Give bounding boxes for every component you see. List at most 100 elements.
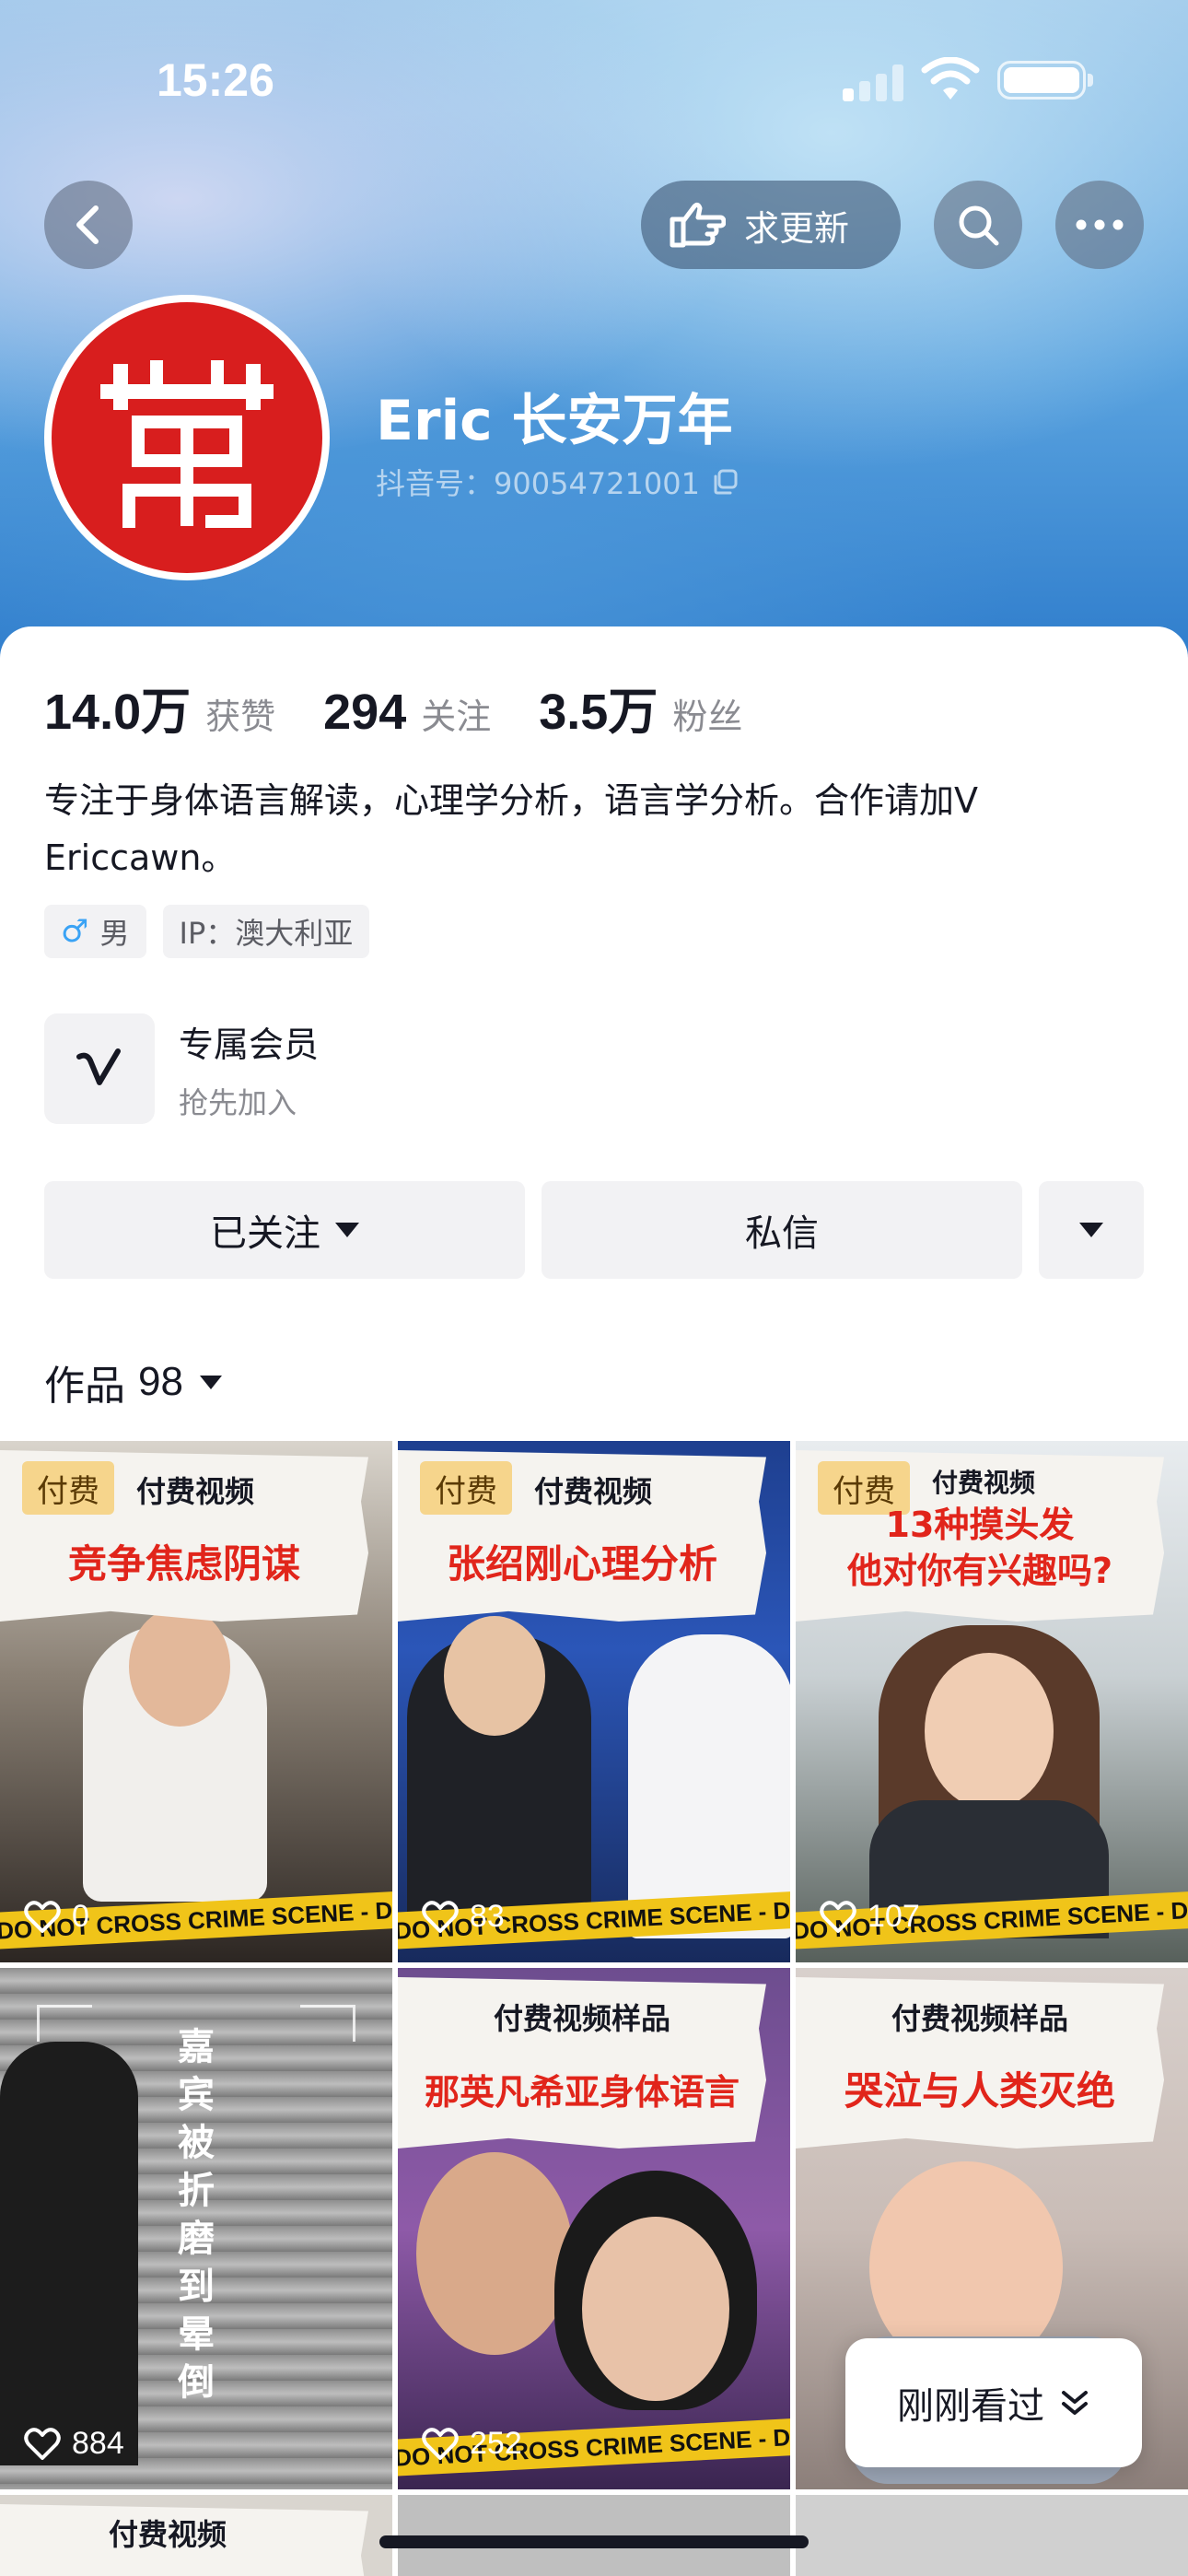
gender-label: 男 (99, 916, 130, 951)
seal-logo (52, 302, 322, 573)
video-title: 哭泣与人类灭绝 (844, 2068, 1115, 2113)
heart-icon (24, 1900, 61, 1933)
heart-icon (422, 1900, 459, 1933)
caret-down-icon (199, 1375, 222, 1389)
like-count-value: 107 (868, 1899, 920, 1934)
following-stat[interactable]: 294 关注 (323, 684, 491, 741)
like-count: 83 (422, 1899, 505, 1935)
video-tile[interactable]: 付费 付费视频 张绍刚心理分析 DO NOT CROSS CRIME SCENE… (398, 1441, 790, 1962)
stat-label: 粉丝 (672, 697, 743, 737)
douyin-id[interactable]: 抖音号：90054721001 (376, 461, 739, 503)
works-count: 98 (138, 1359, 183, 1404)
video-title: 张绍刚心理分析 (446, 1541, 717, 1587)
member-subtitle: 抢先加入 (179, 1084, 297, 1120)
more-actions-button[interactable] (1039, 1181, 1144, 1279)
followers-stat[interactable]: 3.5万 粉丝 (539, 671, 742, 744)
seal-glyph-icon (100, 360, 274, 528)
nickname: Eric 长安万年 (376, 389, 733, 453)
profile-stats: 14.0万 获赞 294 关注 3.5万 粉丝 (44, 671, 790, 744)
gender-tag: ♂ 男 (44, 905, 146, 958)
frame-corner (300, 2005, 355, 2042)
like-count-value: 252 (470, 2426, 522, 2461)
chevron-left-icon (76, 205, 99, 244)
paid-badge: 付费 (420, 1461, 512, 1515)
like-count: 884 (24, 2426, 124, 2462)
caret-down-icon (335, 1223, 359, 1237)
likes-stat[interactable]: 14.0万 获赞 (44, 671, 275, 744)
video-title: 竞争焦虑阴谋 (67, 1541, 300, 1587)
video-tile[interactable]: 付费视频样品 那英凡希亚身体语言 DO NOT CROSS CRIME SCEN… (398, 1968, 790, 2489)
back-button[interactable] (44, 181, 133, 269)
person-figure (0, 2042, 138, 2465)
ip-tag: IP：澳大利亚 (162, 905, 370, 958)
search-icon (959, 205, 999, 246)
frame-corner (37, 2005, 92, 2042)
video-title: 13种摸头发 他对你有兴趣吗? (846, 1505, 1113, 1591)
message-button[interactable]: 私信 (542, 1181, 1022, 1279)
video-title-vertical: 嘉宾被折磨到晕倒 (178, 2026, 215, 2404)
signal-icon (843, 64, 903, 101)
profile-bio: 专注于身体语言解读，心理学分析，语言学分析。合作请加V Ericcawn。 (44, 780, 978, 878)
battery-icon (997, 61, 1093, 100)
video-tile[interactable]: 付费 付费视频 竞争焦虑阴谋 DO NOT CROSS CRIME SCENE … (0, 1441, 392, 1962)
pointing-hand-icon (670, 202, 726, 248)
person-head (416, 2152, 573, 2355)
profile-tags: ♂ 男 IP：澳大利亚 (44, 905, 386, 958)
status-time: 15:26 (157, 54, 274, 106)
like-count: 252 (422, 2426, 522, 2462)
stat-label: 获赞 (205, 697, 276, 737)
search-button[interactable] (934, 181, 1022, 269)
status-bar: 15:26 (0, 0, 1188, 157)
recently-viewed-button[interactable]: 刚刚看过 (845, 2338, 1142, 2467)
works-label: 作品 (44, 1363, 125, 1410)
heart-icon (820, 1900, 856, 1933)
double-chevron-down-icon (1062, 2391, 1088, 2415)
paid-badge: 付费 (22, 1461, 114, 1515)
more-icon (1076, 219, 1124, 230)
video-subtitle: 付费视频 (109, 2517, 227, 2552)
vip-icon (44, 1013, 155, 1124)
caret-down-icon (1079, 1223, 1103, 1237)
video-tile[interactable]: 嘉宾被折磨到晕倒 884 (0, 1968, 392, 2489)
video-tile[interactable] (796, 2495, 1188, 2576)
person-head (582, 2217, 729, 2401)
video-subtitle: 付费视频 (534, 1474, 653, 1509)
message-label: 私信 (745, 1212, 819, 1255)
like-count-value: 0 (72, 1899, 89, 1934)
like-count-value: 884 (72, 2426, 124, 2461)
stat-value: 3.5万 (539, 685, 658, 740)
male-icon: ♂ (61, 913, 89, 950)
video-tile[interactable]: 付费视频 (0, 2495, 392, 2576)
like-count: 0 (24, 1899, 89, 1935)
member-entry[interactable]: 专属会员 抢先加入 (44, 1013, 319, 1124)
like-count-value: 83 (470, 1899, 505, 1934)
request-update-button[interactable]: 求更新 (641, 181, 901, 269)
video-subtitle: 付费视频样品 (891, 2001, 1068, 2036)
action-bar: 已关注 私信 (44, 1181, 1144, 1279)
video-subtitle: 付费视频 (136, 1474, 255, 1509)
copy-icon[interactable] (711, 468, 739, 496)
works-tab[interactable]: 作品 98 (44, 1352, 222, 1411)
stat-value: 294 (323, 685, 407, 740)
wifi-icon (921, 57, 980, 100)
following-button[interactable]: 已关注 (44, 1181, 525, 1279)
recently-viewed-label: 刚刚看过 (897, 2385, 1044, 2428)
video-thumbnail (796, 2495, 1188, 2576)
video-title: 那英凡希亚身体语言 (424, 2072, 740, 2113)
stat-value: 14.0万 (44, 685, 192, 740)
heart-icon (24, 2427, 61, 2460)
home-indicator[interactable] (379, 2535, 809, 2548)
person-head (129, 1607, 230, 1727)
person-head (444, 1616, 545, 1736)
video-tile[interactable]: 付费 付费视频 13种摸头发 他对你有兴趣吗? DO NOT CROSS CRI… (796, 1441, 1188, 1962)
member-title: 专属会员 (179, 1024, 320, 1065)
video-subtitle: 付费视频 (932, 1468, 1036, 1498)
person-head (925, 1653, 1054, 1809)
avatar[interactable] (44, 295, 330, 580)
request-update-label: 求更新 (744, 207, 850, 249)
more-button[interactable] (1055, 181, 1144, 269)
douyin-id-text: 抖音号：90054721001 (376, 466, 700, 501)
video-subtitle: 付费视频样品 (493, 2001, 670, 2036)
following-label: 已关注 (210, 1212, 320, 1255)
like-count: 107 (820, 1899, 920, 1935)
